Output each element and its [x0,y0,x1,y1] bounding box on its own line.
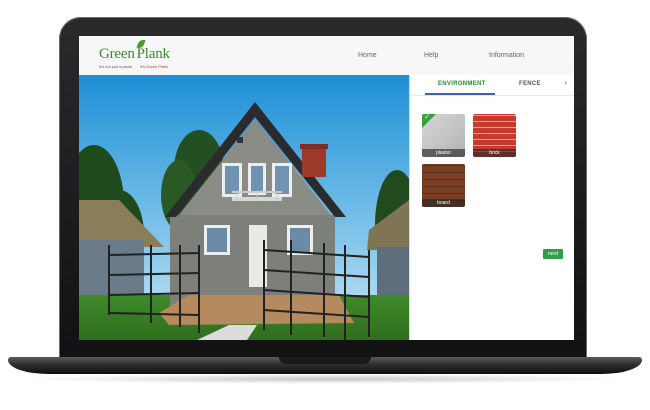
house-3d-viewport[interactable] [79,75,409,340]
app-screen: Green Plank It's not just a plank It's Gr… [79,36,574,340]
tab-bar: ENVIRONMENT FENCE › [410,75,574,96]
material-plaster[interactable]: ✓ plaster [422,114,465,157]
brand-logo[interactable]: Green Plank It's not just a plank It's Gr… [99,38,170,69]
chevron-right-icon[interactable]: › [565,80,567,87]
material-label: brick [473,149,516,157]
check-icon: ✓ [424,114,430,121]
app-header: Green Plank It's not just a plank It's Gr… [79,36,574,79]
brand-name-part2: Plank [136,46,170,62]
configurator-panel: ENVIRONMENT FENCE › ✓ plaster brick boar… [409,75,574,340]
material-label: plaster [422,149,465,157]
next-button[interactable]: next [543,249,563,259]
tab-environment[interactable]: ENVIRONMENT [438,81,486,87]
nav-information[interactable]: Information [489,52,524,59]
material-brick[interactable]: brick [473,114,516,157]
material-board[interactable]: board [422,164,465,207]
brand-tagline-right: It's Green Plank [140,64,169,69]
brand-name-part1: Green [99,46,135,62]
laptop-notch [279,357,371,364]
brand-tagline-left: It's not just a plank [99,64,133,69]
tab-underline [425,93,495,95]
material-label: board [422,199,465,207]
tab-fence[interactable]: FENCE [519,81,541,87]
laptop-shadow [20,374,630,384]
nav-help[interactable]: Help [424,52,438,59]
nav-home[interactable]: Home [358,52,377,59]
